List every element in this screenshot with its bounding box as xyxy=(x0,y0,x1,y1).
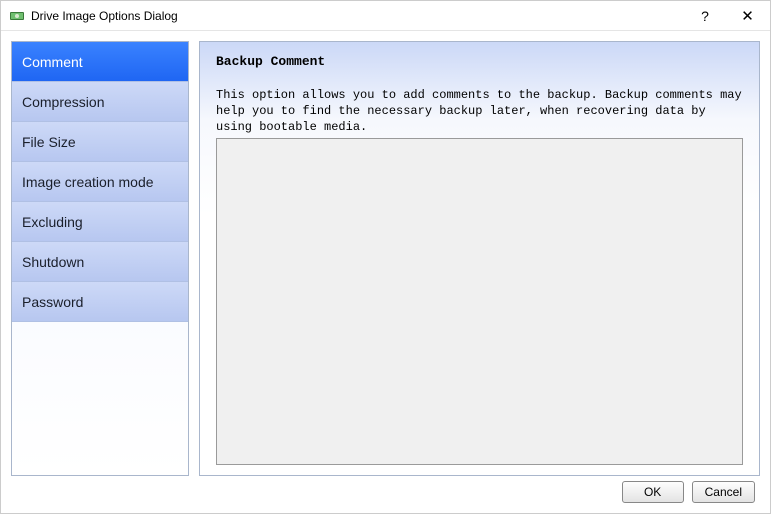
sidebar-item-compression[interactable]: Compression xyxy=(12,82,188,122)
sidebar-item-comment[interactable]: Comment xyxy=(12,42,188,82)
sidebar-item-label: Password xyxy=(22,294,83,310)
sidebar-item-label: Compression xyxy=(22,94,104,110)
button-label: OK xyxy=(644,485,661,499)
sidebar-item-password[interactable]: Password xyxy=(12,282,188,322)
sidebar-item-label: Excluding xyxy=(22,214,83,230)
sidebar-item-label: Shutdown xyxy=(22,254,84,270)
sidebar-item-excluding[interactable]: Excluding xyxy=(12,202,188,242)
titlebar: Drive Image Options Dialog ? ✕ xyxy=(1,1,770,31)
sidebar: Comment Compression File Size Image crea… xyxy=(11,41,189,476)
content-panel: Backup Comment This option allows you to… xyxy=(199,41,760,476)
app-icon xyxy=(9,8,25,24)
backup-comment-input[interactable] xyxy=(216,138,743,465)
sidebar-item-label: Image creation mode xyxy=(22,174,154,190)
ok-button[interactable]: OK xyxy=(622,481,684,503)
panel-description: This option allows you to add comments t… xyxy=(216,87,743,136)
help-button[interactable]: ? xyxy=(685,1,725,30)
sidebar-item-image-creation-mode[interactable]: Image creation mode xyxy=(12,162,188,202)
sidebar-item-label: File Size xyxy=(22,134,76,150)
sidebar-item-shutdown[interactable]: Shutdown xyxy=(12,242,188,282)
dialog-footer: OK Cancel xyxy=(1,478,770,506)
button-label: Cancel xyxy=(705,485,742,499)
panel-title: Backup Comment xyxy=(216,54,743,69)
close-button[interactable]: ✕ xyxy=(725,1,770,30)
dialog-body: Comment Compression File Size Image crea… xyxy=(1,31,770,476)
sidebar-item-file-size[interactable]: File Size xyxy=(12,122,188,162)
window-title: Drive Image Options Dialog xyxy=(31,9,685,23)
cancel-button[interactable]: Cancel xyxy=(692,481,755,503)
sidebar-item-label: Comment xyxy=(22,54,83,70)
